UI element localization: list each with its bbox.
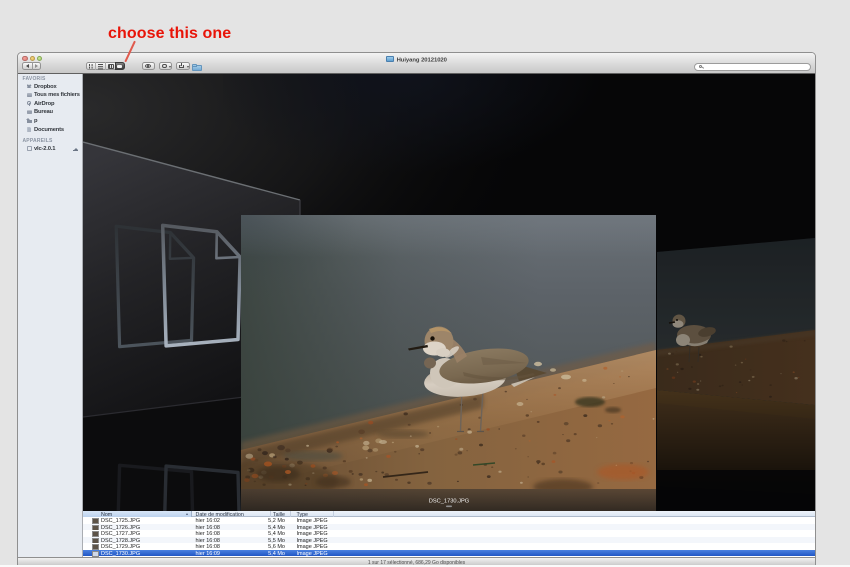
svg-text:DSC_1730.JPG: DSC_1730.JPG: [429, 498, 469, 504]
